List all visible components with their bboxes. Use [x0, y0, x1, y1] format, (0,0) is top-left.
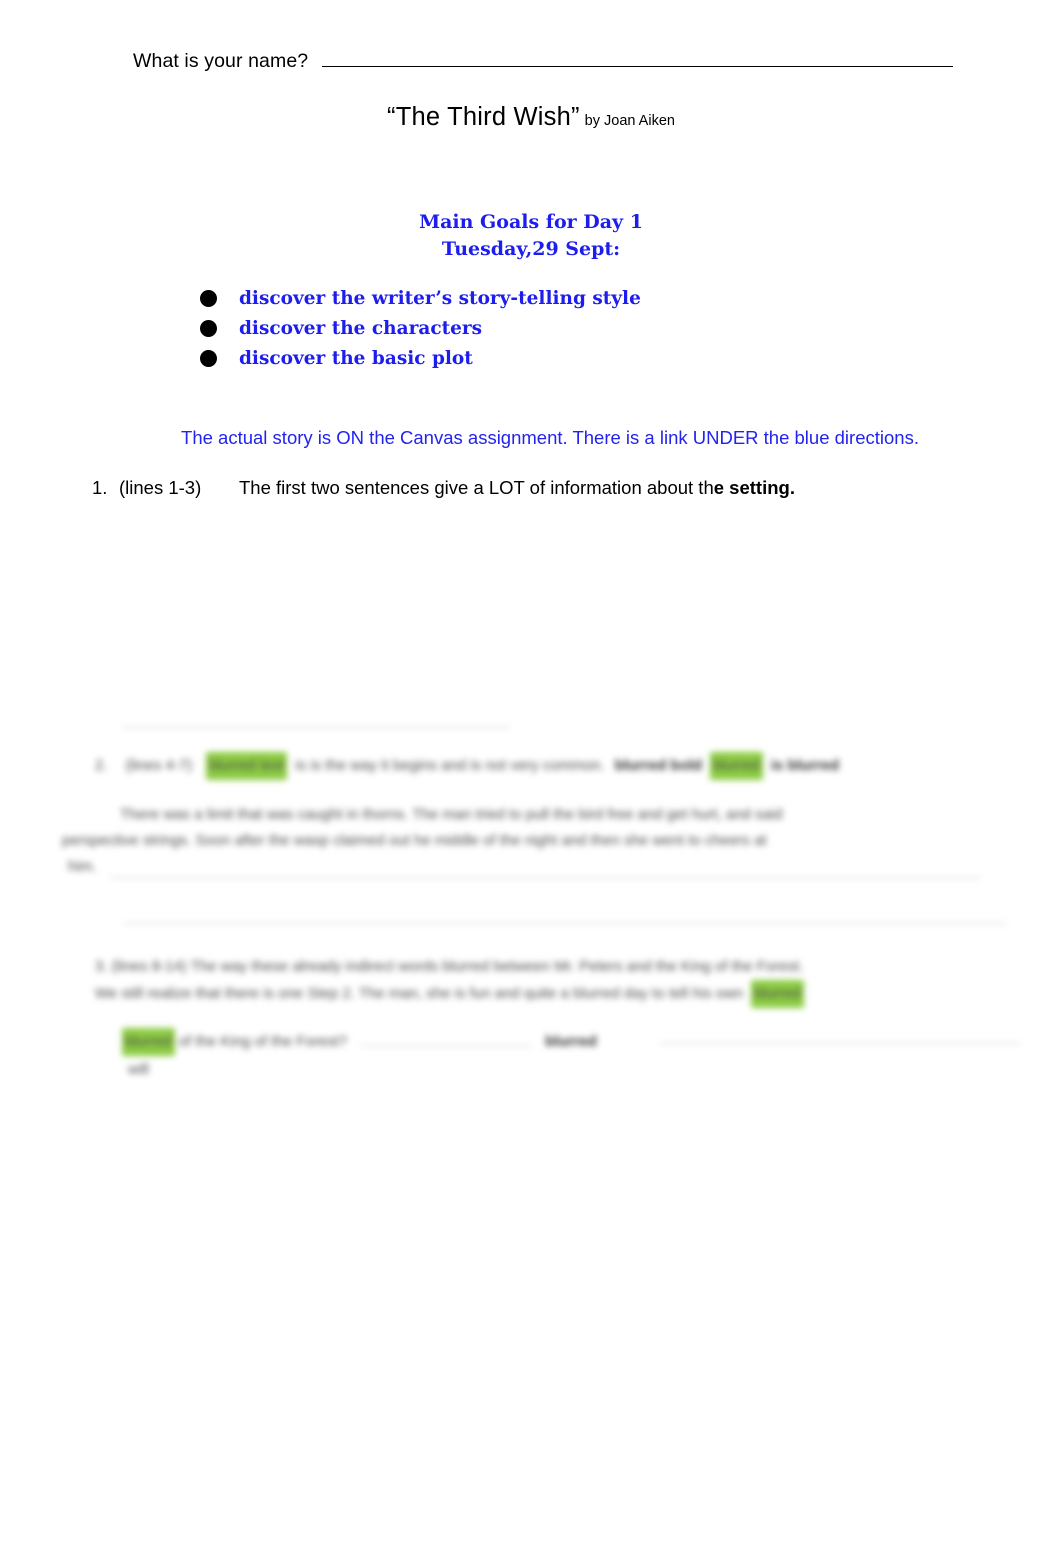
answer-line[interactable]: [124, 922, 1006, 924]
list-item: discover the basic plot: [200, 343, 840, 373]
redacted-paragraph-line: There was a limit that was caught in tho…: [120, 806, 783, 823]
redacted-text: 3. (lines 8-14) The way these already in…: [95, 958, 804, 975]
question-text-bold: e setting.: [713, 477, 795, 498]
redacted-block-1: 2. (lines 4-7) blurred text is is the wa…: [0, 714, 1062, 894]
highlight-text: blurred text: [206, 752, 288, 780]
question-text: The first two sentences give a LOT of in…: [239, 477, 795, 499]
page-title: “The Third Wish” by Joan Aiken: [0, 103, 1062, 132]
question-line-reference: (lines 1-3): [119, 477, 202, 498]
story-byline: by Joan Aiken: [584, 113, 675, 129]
question-text-plain: The first two sentences give a LOT of in…: [239, 477, 714, 498]
question-number: 1.: [92, 477, 108, 498]
goals-heading: Main Goals for Day 1 Tuesday,29 Sept:: [0, 209, 1062, 263]
name-blank-field[interactable]: [322, 50, 953, 67]
goals-heading-line2: Tuesday,29 Sept:: [441, 238, 621, 260]
goal-label: discover the characters: [239, 317, 483, 339]
worksheet-page: What is your name? “The Third Wish” by Jo…: [0, 0, 1062, 1556]
story-title: “The Third Wish”: [387, 103, 580, 131]
redacted-text: We still realize that there is one Step …: [95, 985, 744, 1002]
goals-list: discover the writer’s story-telling styl…: [200, 283, 840, 373]
redacted-block-2: 3. (lines 8-14) The way these already in…: [0, 902, 1062, 1097]
answer-line[interactable]: [122, 726, 510, 728]
redacted-paragraph-line: We still realize that there is one Step …: [95, 980, 1025, 1008]
bullet-icon: [200, 349, 217, 367]
redacted-paragraph-line: perspective strings. Soon after the wasp…: [62, 832, 767, 849]
answer-line[interactable]: [361, 1031, 532, 1046]
name-row: What is your name?: [133, 50, 953, 73]
goal-label: discover the basic plot: [239, 347, 473, 369]
redacted-text: blurred: [545, 1033, 597, 1050]
highlight-text: blurred: [122, 1028, 175, 1056]
bullet-icon: [200, 319, 217, 337]
question-1: 1. (lines 1-3) The first two sentences g…: [92, 477, 795, 499]
canvas-note: The actual story is ON the Canvas assign…: [181, 427, 919, 448]
redacted-line-ref: (lines 4-7): [125, 757, 193, 774]
list-item: discover the characters: [200, 313, 840, 343]
redacted-bold-text: blurred bold: [614, 757, 703, 774]
redacted-text: is is the way it begins and is not very …: [295, 757, 605, 774]
goals-heading-line1: Main Goals for Day 1: [419, 211, 643, 233]
highlight-text: blurred: [710, 752, 763, 780]
redacted-paragraph-line: blurred of the King of the Forest? blurr…: [122, 1028, 597, 1056]
redacted-paragraph-line: him.: [68, 858, 97, 875]
redacted-text: of the King of the Forest?: [178, 1033, 348, 1050]
highlight-text: blurred: [751, 980, 804, 1008]
redacted-line: 2. (lines 4-7) blurred text is is the wa…: [95, 752, 839, 780]
redacted-text: is blurred: [770, 757, 840, 774]
answer-line[interactable]: [660, 1042, 1020, 1044]
answer-line[interactable]: [110, 876, 980, 878]
redacted-paragraph-line: will: [128, 1061, 149, 1078]
name-prompt-label: What is your name?: [133, 50, 309, 72]
goal-label: discover the writer’s story-telling styl…: [239, 287, 641, 309]
redacted-number: 2.: [95, 757, 108, 774]
bullet-icon: [200, 289, 217, 307]
list-item: discover the writer’s story-telling styl…: [200, 283, 840, 313]
redacted-paragraph-line: 3. (lines 8-14) The way these already in…: [95, 954, 1025, 980]
